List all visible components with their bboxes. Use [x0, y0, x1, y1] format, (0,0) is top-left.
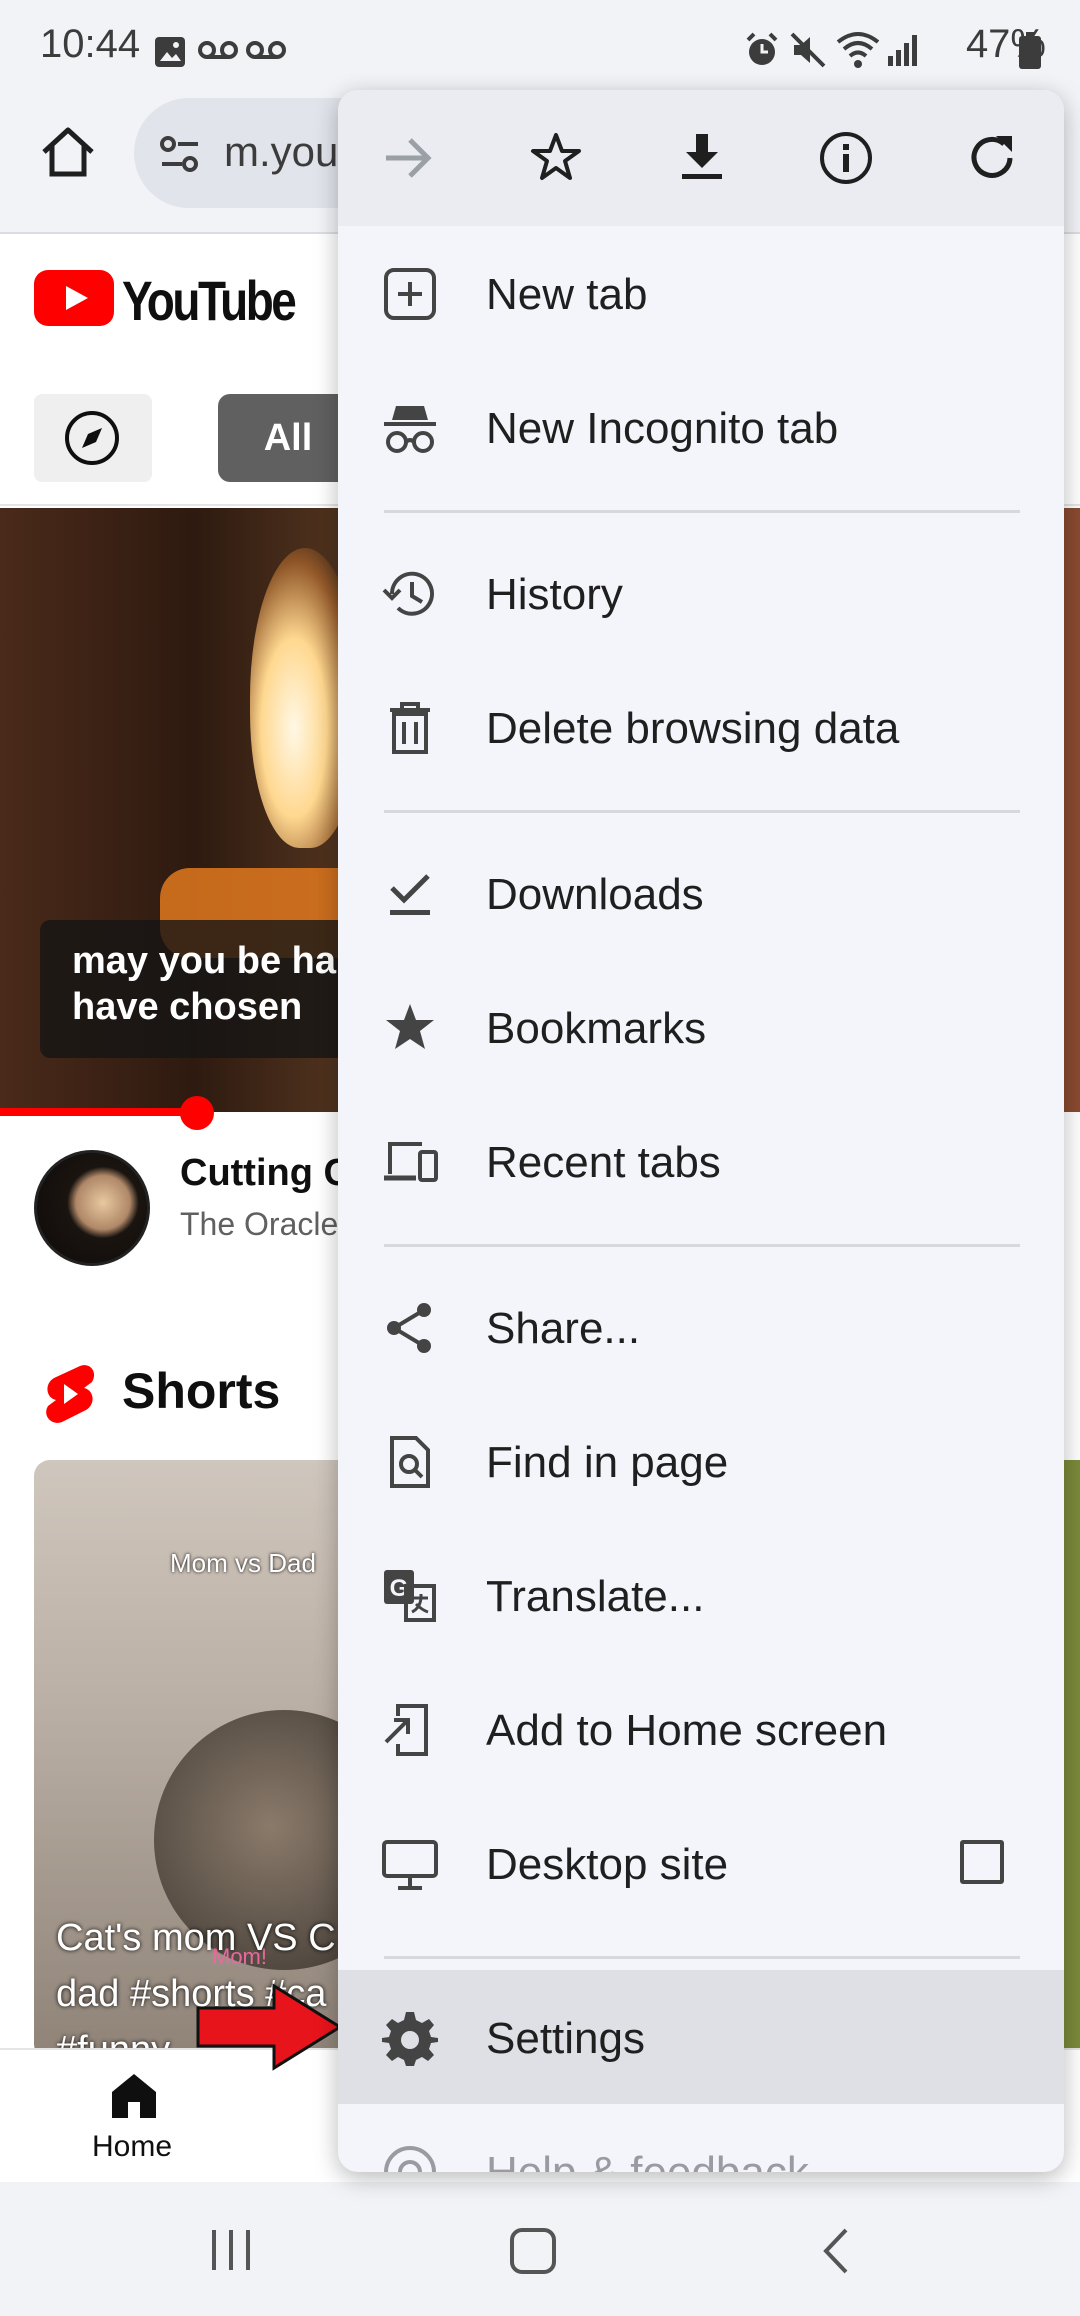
- gear-icon: [382, 2012, 438, 2066]
- menu-divider: [384, 810, 1020, 813]
- red-arrow-annotation: [196, 1983, 343, 2071]
- menu-item-delete-browsing-data[interactable]: Delete browsing data: [338, 660, 1064, 794]
- compass-icon: [65, 411, 119, 465]
- menu-item-label: Translate...: [486, 1572, 705, 1621]
- menu-item-label: Help & feedback: [486, 2148, 809, 2172]
- youtube-logo-icon[interactable]: [34, 270, 114, 326]
- menu-item-downloads[interactable]: Downloads: [338, 826, 1064, 960]
- youtube-logo-text[interactable]: YouTube: [122, 268, 297, 333]
- menu-item-label: Settings: [486, 2014, 645, 2063]
- reload-icon[interactable]: [964, 130, 1020, 186]
- menu-item-settings[interactable]: Settings: [338, 1970, 1064, 2104]
- menu-item-find-in-page[interactable]: Find in page: [338, 1394, 1064, 1528]
- home-button-icon[interactable]: [508, 2226, 558, 2276]
- next-short-thumbnail[interactable]: [1064, 1460, 1080, 2060]
- short-caption-line: Cat's mom VS C: [56, 1917, 336, 1959]
- menu-item-translate[interactable]: G Translate...: [338, 1528, 1064, 1662]
- short-overlay-text: Mom vs Dad: [170, 1548, 316, 1578]
- signal-icon: [888, 35, 917, 66]
- menu-item-recent-tabs[interactable]: Recent tabs: [338, 1094, 1064, 1228]
- forward-icon[interactable]: [380, 130, 436, 186]
- menu-divider: [384, 1956, 1020, 1959]
- gallery-icon: [155, 37, 185, 67]
- menu-divider: [384, 1244, 1020, 1247]
- menu-divider: [384, 510, 1020, 513]
- menu-item-label: Desktop site: [486, 1840, 729, 1889]
- menu-item-label: New Incognito tab: [486, 404, 839, 453]
- voicemail-icon: [246, 41, 286, 59]
- video-progress-bar[interactable]: [0, 1108, 196, 1116]
- mute-icon: [790, 32, 826, 68]
- devices-icon: [384, 1142, 438, 1182]
- shorts-icon: [46, 1365, 95, 1423]
- menu-item-label: History: [486, 570, 623, 619]
- menu-item-label: Recent tabs: [486, 1138, 721, 1187]
- back-icon[interactable]: [816, 2226, 856, 2276]
- shorts-title: Shorts: [122, 1363, 281, 1419]
- alarm-icon: [746, 32, 778, 65]
- menu-item-share[interactable]: Share...: [338, 1260, 1064, 1394]
- home-nav-icon[interactable]: [108, 2070, 160, 2120]
- star-icon[interactable]: [528, 130, 584, 186]
- battery-icon: [1019, 32, 1041, 69]
- url-text[interactable]: m.you: [224, 128, 338, 176]
- chip-all[interactable]: All: [218, 394, 358, 482]
- menu-item-desktop-site[interactable]: Desktop site: [338, 1796, 1064, 1930]
- status-time: 10:44: [40, 22, 141, 66]
- menu-item-bookmarks[interactable]: Bookmarks: [338, 960, 1064, 1094]
- add-to-home-icon: [384, 1704, 428, 1756]
- desktop-icon: [382, 1840, 438, 1890]
- menu-item-label: Downloads: [486, 870, 704, 919]
- caption-line-2: have chosen: [72, 986, 303, 1028]
- channel-avatar[interactable]: [34, 1150, 150, 1266]
- trash-icon: [390, 702, 430, 754]
- translate-icon: G: [384, 1570, 436, 1622]
- share-icon: [387, 1303, 431, 1353]
- video-title[interactable]: Cutting C: [180, 1152, 351, 1195]
- incognito-icon: [384, 406, 436, 453]
- home-icon[interactable]: [38, 122, 98, 182]
- overflow-menu: New tab New Incognito tab History Delete…: [338, 90, 1064, 2172]
- bookmark-star-icon: [386, 1004, 434, 1049]
- explore-chip[interactable]: [34, 394, 152, 482]
- menu-item-label: Delete browsing data: [486, 704, 900, 753]
- site-settings-icon[interactable]: [158, 134, 202, 174]
- menu-item-incognito[interactable]: New Incognito tab: [338, 360, 1064, 494]
- video-progress-handle[interactable]: [180, 1096, 214, 1130]
- menu-toolbar: [338, 90, 1064, 226]
- home-nav-label[interactable]: Home: [92, 2130, 172, 2164]
- video-channel[interactable]: The Oracle: [180, 1206, 338, 1243]
- find-in-page-icon: [390, 1436, 430, 1488]
- status-bar: 10:44 47%: [0, 0, 1080, 100]
- menu-item-label: Add to Home screen: [486, 1706, 888, 1755]
- menu-item-help-feedback[interactable]: Help & feedback: [338, 2104, 1064, 2172]
- wifi-icon: [836, 32, 880, 68]
- menu-item-label: New tab: [486, 270, 648, 319]
- new-tab-icon: [384, 268, 436, 320]
- voicemail-icon: [198, 41, 238, 59]
- desktop-site-checkbox[interactable]: [960, 1840, 1004, 1884]
- menu-item-new-tab[interactable]: New tab: [338, 226, 1064, 360]
- recent-apps-icon[interactable]: [206, 2226, 256, 2274]
- menu-item-label: Bookmarks: [486, 1004, 707, 1053]
- menu-item-label: Share...: [486, 1304, 641, 1353]
- menu-item-label: Find in page: [486, 1438, 729, 1487]
- downloads-check-icon: [390, 874, 430, 915]
- menu-item-add-to-home-screen[interactable]: Add to Home screen: [338, 1662, 1064, 1796]
- history-icon: [382, 571, 434, 616]
- help-icon: [384, 2146, 436, 2172]
- caption-line-1: may you be hap: [72, 940, 360, 982]
- system-nav-bar: [0, 2182, 1080, 2316]
- menu-item-history[interactable]: History: [338, 526, 1064, 660]
- download-icon[interactable]: [674, 130, 730, 186]
- info-icon[interactable]: [818, 130, 874, 186]
